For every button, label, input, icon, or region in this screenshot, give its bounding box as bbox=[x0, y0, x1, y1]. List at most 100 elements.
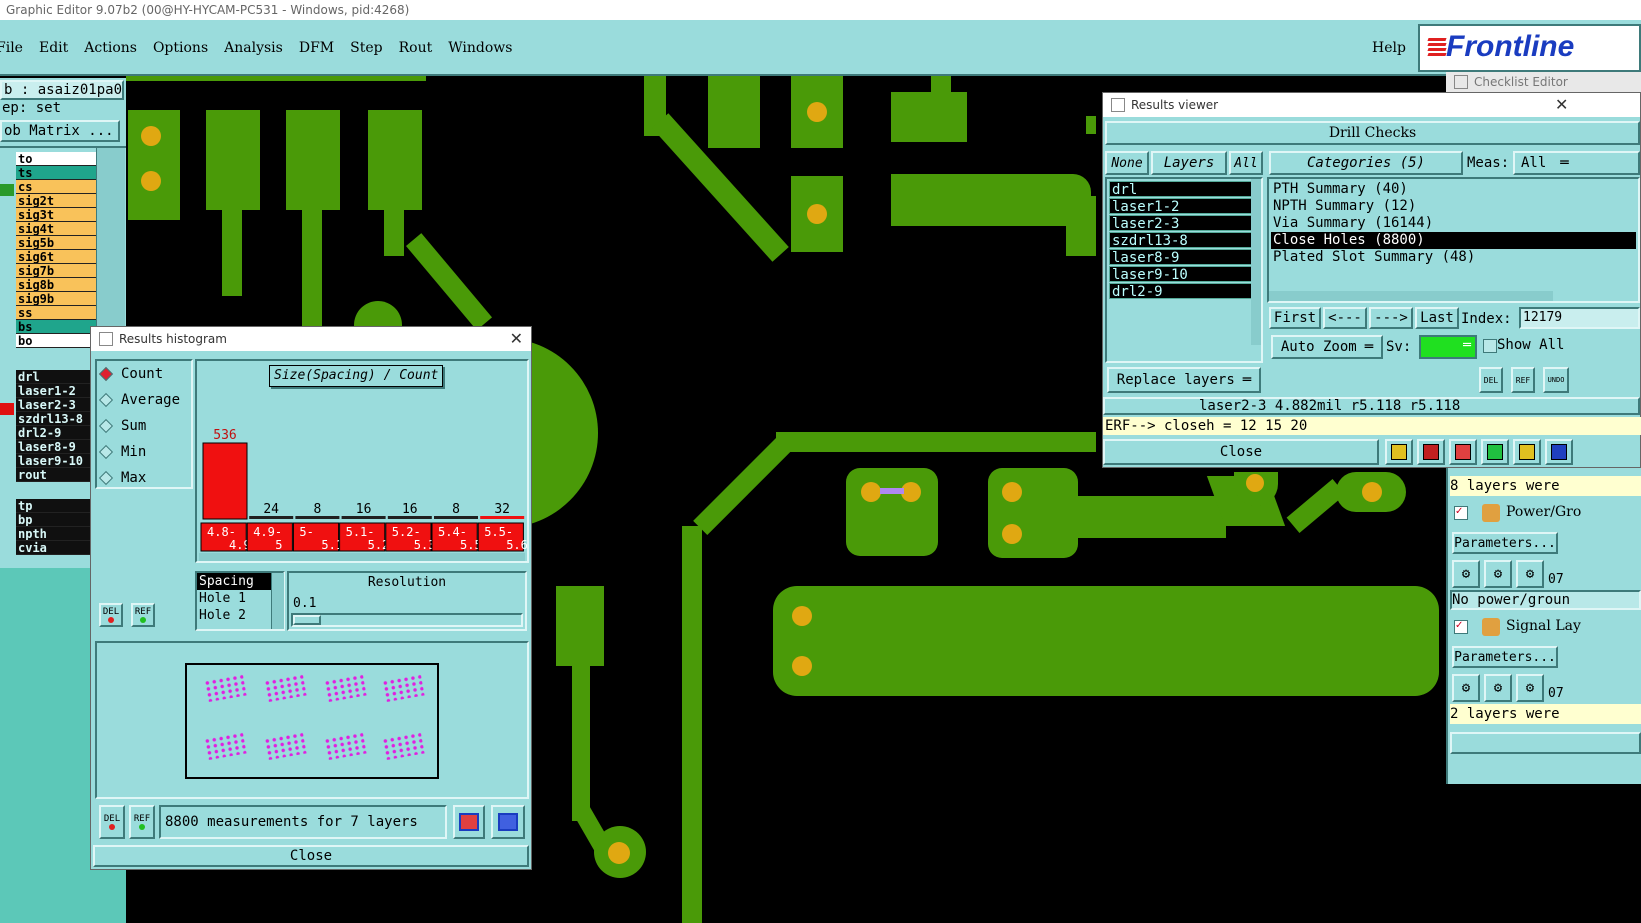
menu-item-file[interactable]: File bbox=[0, 40, 23, 56]
category-item[interactable]: Via Summary (16144) bbox=[1271, 215, 1636, 232]
layer-row-sig5b[interactable]: sig5b bbox=[16, 236, 96, 250]
export-icon[interactable] bbox=[453, 805, 485, 839]
layer-row-cs[interactable]: cs bbox=[16, 180, 96, 194]
power-checkbox[interactable]: ✓ bbox=[1454, 506, 1468, 520]
layer-row-npth[interactable]: npth bbox=[16, 527, 96, 541]
option-average[interactable]: Average bbox=[97, 387, 191, 413]
results-close-button[interactable]: Close bbox=[1103, 439, 1379, 465]
layer-row-bo[interactable]: bo bbox=[16, 334, 96, 348]
ref-button-2[interactable]: REF bbox=[129, 805, 155, 839]
signal-checkbox[interactable]: ✓ bbox=[1454, 620, 1468, 634]
show-all-checkbox[interactable] bbox=[1483, 339, 1497, 353]
layer-row-sig6t[interactable]: sig6t bbox=[16, 250, 96, 264]
sv-color-select[interactable]: ═ bbox=[1419, 335, 1477, 359]
layer-row-sig8b[interactable]: sig8b bbox=[16, 278, 96, 292]
menu-item-step[interactable]: Step bbox=[350, 40, 382, 56]
ref-button[interactable]: REF bbox=[131, 603, 155, 627]
run-action-icon[interactable]: ⚙ bbox=[1516, 560, 1544, 588]
menu-item-rout[interactable]: Rout bbox=[399, 40, 433, 56]
all-button[interactable]: All bbox=[1229, 151, 1263, 175]
result-layer-laser9-10[interactable]: laser9-10 bbox=[1109, 266, 1259, 283]
results-layer-list[interactable]: drl laser1-2 laser2-3 szdrl13-8 laser8-9 lase… bbox=[1105, 177, 1263, 363]
categories-button[interactable]: Categories (5) bbox=[1269, 151, 1463, 175]
run-action-icon[interactable]: ⚙ bbox=[1484, 674, 1512, 702]
run-action-icon[interactable]: ⚙ bbox=[1452, 560, 1480, 588]
histogram-bar[interactable] bbox=[202, 442, 248, 520]
prev-button[interactable]: <--- bbox=[1323, 307, 1367, 329]
histogram-close-button[interactable]: Close bbox=[93, 845, 529, 867]
layer-row-ss[interactable]: ss bbox=[16, 306, 96, 320]
close-icon[interactable]: ✕ bbox=[510, 329, 523, 348]
next-button[interactable]: ---> bbox=[1369, 307, 1413, 329]
menu-item-edit[interactable]: Edit bbox=[39, 40, 68, 56]
layer-row-szdrl13-8[interactable]: szdrl13-8 bbox=[16, 412, 96, 426]
option-min[interactable]: Min bbox=[97, 439, 191, 465]
layer-row-laser8-9[interactable]: laser8-9 bbox=[16, 440, 96, 454]
layers-button[interactable]: Layers bbox=[1151, 151, 1227, 175]
spacing-scrollbar[interactable] bbox=[271, 573, 284, 629]
option-sum[interactable]: Sum bbox=[97, 413, 191, 439]
category-item[interactable]: PTH Summary (40) bbox=[1271, 181, 1636, 198]
option-count[interactable]: Count bbox=[97, 361, 191, 387]
layer-row-sig4t[interactable]: sig4t bbox=[16, 222, 96, 236]
layer-row-cvia[interactable]: cvia bbox=[16, 541, 96, 555]
layer-row-sig2t[interactable]: sig2t bbox=[16, 194, 96, 208]
power-parameters-button[interactable]: Parameters... bbox=[1452, 532, 1558, 554]
result-layer-szdrl13-8[interactable]: szdrl13-8 bbox=[1109, 232, 1259, 249]
run-action-icon[interactable]: ⚙ bbox=[1516, 674, 1544, 702]
resolution-slider[interactable] bbox=[291, 613, 523, 627]
result-layer-drl2-9[interactable]: drl2-9 bbox=[1109, 283, 1259, 300]
zoom-to-icon[interactable] bbox=[491, 805, 525, 839]
last-button[interactable]: Last bbox=[1415, 307, 1459, 329]
menu-help[interactable]: Help bbox=[1372, 40, 1406, 56]
run-action-icon[interactable]: ⚙ bbox=[1484, 560, 1512, 588]
category-hscrollbar[interactable] bbox=[1269, 291, 1553, 301]
chart-hscrollbar[interactable] bbox=[199, 553, 525, 561]
results-tool-icon[interactable] bbox=[1481, 439, 1509, 465]
layer-row-laser9-10[interactable]: laser9-10 bbox=[16, 454, 96, 468]
none-button[interactable]: None bbox=[1105, 151, 1149, 175]
layer-row-drl2-9[interactable]: drl2-9 bbox=[16, 426, 96, 440]
menu-item-options[interactable]: Options bbox=[153, 40, 208, 56]
option-max[interactable]: Max bbox=[97, 465, 191, 491]
replace-layers-select[interactable]: Replace layers ═ bbox=[1107, 367, 1261, 393]
results-tool-icon[interactable] bbox=[1417, 439, 1445, 465]
result-layer-laser2-3[interactable]: laser2-3 bbox=[1109, 215, 1259, 232]
layer-row-to[interactable]: to bbox=[16, 152, 96, 166]
job-matrix-button[interactable]: ob Matrix ... bbox=[0, 120, 120, 142]
run-action-icon[interactable]: ⚙ bbox=[1452, 674, 1480, 702]
menu-item-actions[interactable]: Actions bbox=[84, 40, 137, 56]
result-layer-drl[interactable]: drl bbox=[1109, 181, 1259, 198]
result-layer-laser1-2[interactable]: laser1-2 bbox=[1109, 198, 1259, 215]
layer-row-bs[interactable]: bs bbox=[16, 320, 96, 334]
results-tool-icon[interactable] bbox=[1449, 439, 1477, 465]
results-ref-button[interactable]: REF bbox=[1511, 367, 1535, 393]
menu-item-dfm[interactable]: DFM bbox=[299, 40, 334, 56]
meas-select[interactable]: All ═ bbox=[1513, 151, 1640, 175]
undo-button[interactable]: UNDO bbox=[1543, 367, 1569, 393]
layer-row-laser1-2[interactable]: laser1-2 bbox=[16, 384, 96, 398]
results-tool-icon[interactable] bbox=[1385, 439, 1413, 465]
menu-item-analysis[interactable]: Analysis bbox=[224, 40, 283, 56]
layer-row-bp[interactable]: bp bbox=[16, 513, 96, 527]
del-button-2[interactable]: DEL bbox=[99, 805, 125, 839]
layer-row-sig3t[interactable]: sig3t bbox=[16, 208, 96, 222]
result-layer-laser8-9[interactable]: laser8-9 bbox=[1109, 249, 1259, 266]
first-button[interactable]: First bbox=[1269, 307, 1321, 329]
results-tool-icon[interactable] bbox=[1545, 439, 1573, 465]
layer-row-sig7b[interactable]: sig7b bbox=[16, 264, 96, 278]
layer-row-ts[interactable]: ts bbox=[16, 166, 96, 180]
results-tool-icon[interactable] bbox=[1513, 439, 1541, 465]
results-del-button[interactable]: DEL bbox=[1479, 367, 1503, 393]
index-input[interactable]: 12179 bbox=[1519, 307, 1640, 329]
del-button[interactable]: DEL bbox=[99, 603, 123, 627]
layer-row-tp[interactable]: tp bbox=[16, 499, 96, 513]
category-list[interactable]: PTH Summary (40) NPTH Summary (12) Via Sum… bbox=[1267, 177, 1640, 303]
layer-row-laser2-3[interactable]: laser2-3 bbox=[16, 398, 96, 412]
layer-row-sig9b[interactable]: sig9b bbox=[16, 292, 96, 306]
layer-row-rout[interactable]: rout bbox=[16, 468, 96, 482]
slider-thumb[interactable] bbox=[293, 615, 321, 625]
menu-item-windows[interactable]: Windows bbox=[448, 40, 512, 56]
auto-zoom-select[interactable]: Auto Zoom ═ bbox=[1271, 335, 1383, 359]
category-item[interactable]: NPTH Summary (12) bbox=[1271, 198, 1636, 215]
